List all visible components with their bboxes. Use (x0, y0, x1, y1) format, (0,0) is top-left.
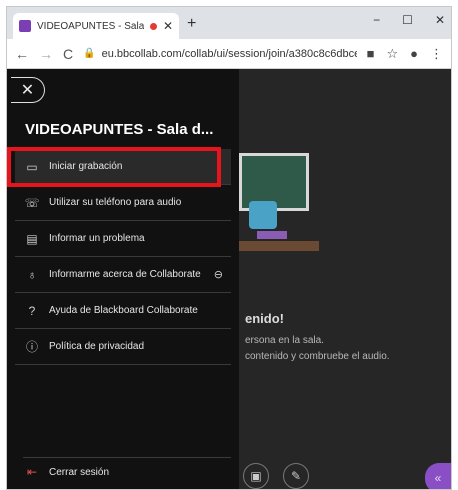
welcome-line-2: contenido y combruebe el audio. (245, 351, 390, 362)
collaborate-panel-toggle[interactable]: « (425, 463, 451, 489)
collaborate-favicon-icon (19, 20, 31, 32)
camera-off-icon[interactable]: ▣ (243, 463, 269, 489)
browser-window: VIDEOAPUNTES - Sala del c ✕ + − ☐ ✕ ← → … (6, 6, 452, 490)
minimize-button[interactable]: − (373, 13, 380, 27)
browser-tab[interactable]: VIDEOAPUNTES - Sala del c ✕ (13, 13, 179, 39)
lock-icon: 🔒 (83, 48, 96, 59)
maximize-button[interactable]: ☐ (402, 13, 413, 27)
collaborate-page: enido! ersona en la sala. contenido y co… (7, 69, 451, 489)
close-window-button[interactable]: ✕ (435, 13, 445, 27)
menu-item-label: Ayuda de Blackboard Collaborate (49, 305, 198, 316)
info-icon: ⓘ (25, 340, 38, 354)
session-menu: ✕ VIDEOAPUNTES - Sala d... ▭ Iniciar gra… (7, 69, 239, 489)
forward-arrow-icon[interactable]: → (39, 46, 53, 62)
menu-item-label: Utilizar su teléfono para audio (49, 197, 182, 208)
menu-item-phone-audio[interactable]: ☏ Utilizar su teléfono para audio (15, 185, 231, 221)
help-icon: ? (28, 303, 36, 318)
url-text: eu.bbcollab.com/collab/ui/session/join/a… (101, 47, 357, 60)
books-shape (257, 231, 287, 239)
profile-icon[interactable]: ● (410, 46, 418, 62)
expand-circle-icon: ⊖ (213, 269, 223, 281)
back-arrow-icon[interactable]: ← (15, 46, 29, 62)
menu-item-label: Informar un problema (49, 233, 145, 244)
menu-item-about-collaborate[interactable]: ♁ Informarme acerca de Collaborate ⊖ (15, 257, 231, 293)
url-field[interactable]: 🔒 eu.bbcollab.com/collab/ui/session/join… (83, 43, 357, 65)
menu-divider (23, 457, 231, 458)
new-tab-button[interactable]: + (187, 15, 196, 33)
logout-button[interactable]: ⇤ Cerrar sesión (23, 465, 109, 479)
menu-list: ▭ Iniciar grabación ☏ Utilizar su teléfo… (15, 149, 231, 365)
menu-item-privacy[interactable]: ⓘ Política de privacidad (15, 329, 231, 365)
tab-close-icon[interactable]: ✕ (163, 19, 173, 33)
menu-item-label: Informarme acerca de Collaborate (49, 269, 201, 280)
close-menu-button[interactable]: ✕ (11, 77, 45, 103)
menu-item-label: Política de privacidad (49, 341, 145, 352)
phone-icon: ☏ (24, 195, 40, 210)
media-controls: ▣ ✎ (243, 463, 309, 489)
session-title: VIDEOAPUNTES - Sala d... (25, 121, 214, 138)
toolbar-icons: ■ ☆ ● ⋮ (367, 46, 443, 62)
menu-item-label: Iniciar grabación (49, 161, 123, 172)
logout-label: Cerrar sesión (49, 466, 110, 478)
logout-icon: ⇤ (26, 465, 38, 479)
address-bar: ← → C 🔒 eu.bbcollab.com/collab/ui/sessio… (7, 39, 451, 69)
classroom-illustration (239, 153, 319, 263)
share-icon[interactable]: ✎ (283, 463, 309, 489)
desk-shape (239, 241, 319, 251)
menu-item-help[interactable]: ? Ayuda de Blackboard Collaborate (15, 293, 231, 329)
reload-icon[interactable]: C (63, 46, 73, 62)
menu-item-report-problem[interactable]: ▤ Informar un problema (15, 221, 231, 257)
recording-dot-icon (149, 22, 157, 30)
tab-bar: VIDEOAPUNTES - Sala del c ✕ + − ☐ ✕ (7, 7, 451, 39)
record-camera-icon: ▭ (26, 159, 38, 174)
more-menu-icon[interactable]: ⋮ (430, 46, 443, 62)
welcome-line-1: ersona en la sala. (245, 335, 324, 346)
tab-title: VIDEOAPUNTES - Sala del c (37, 20, 144, 32)
menu-item-start-recording[interactable]: ▭ Iniciar grabación (15, 149, 231, 185)
chair-shape (249, 201, 277, 229)
window-controls: − ☐ ✕ (373, 13, 445, 27)
camera-indicator-icon[interactable]: ■ (367, 46, 375, 62)
lightbulb-icon: ♁ (27, 267, 37, 282)
report-icon: ▤ (26, 231, 38, 246)
bookmark-star-icon[interactable]: ☆ (386, 46, 398, 62)
welcome-title: enido! (245, 311, 284, 326)
